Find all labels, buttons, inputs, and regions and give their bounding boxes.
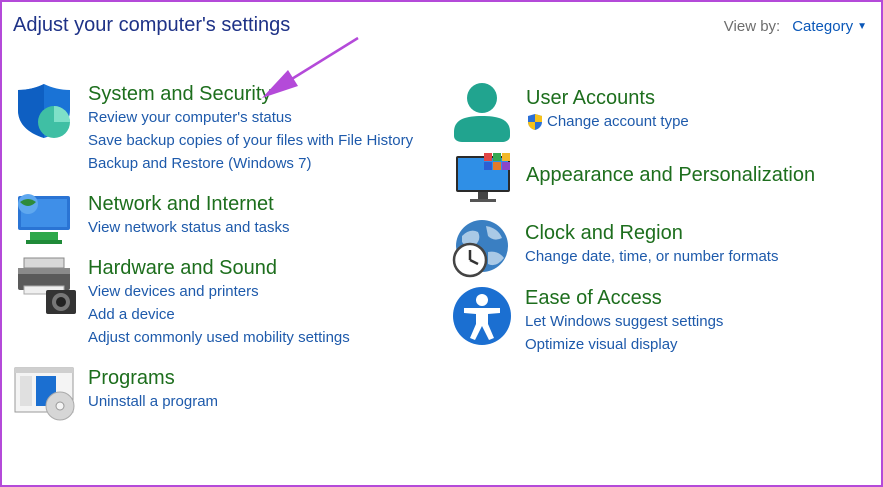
view-by-label: View by: — [723, 18, 781, 35]
annotation-arrow-icon — [262, 36, 359, 98]
devices-printers-link[interactable]: View devices and printers — [88, 280, 350, 303]
add-device-link[interactable]: Add a device — [88, 303, 350, 326]
hardware-sound-link[interactable]: Hardware and Sound — [88, 256, 350, 280]
clock-region-link[interactable]: Clock and Region — [525, 221, 778, 245]
windows-suggest-link[interactable]: Let Windows suggest settings — [525, 310, 723, 333]
change-account-type-label: Change account type — [547, 113, 689, 130]
user-icon[interactable] — [452, 82, 512, 144]
uac-shield-icon — [528, 113, 542, 130]
programs-link[interactable]: Programs — [88, 366, 218, 390]
network-status-link[interactable]: View network status and tasks — [88, 216, 290, 239]
file-history-link[interactable]: Save backup copies of your files with Fi… — [88, 129, 413, 152]
uninstall-program-link[interactable]: Uninstall a program — [88, 390, 218, 413]
user-accounts-link[interactable]: User Accounts — [526, 86, 689, 110]
shield-icon[interactable] — [16, 82, 74, 140]
chevron-down-icon[interactable]: ▼ — [857, 21, 867, 32]
accessibility-icon[interactable] — [452, 286, 514, 348]
monitor-palette-icon[interactable] — [454, 152, 514, 204]
programs-icon[interactable] — [14, 366, 76, 422]
ease-of-access-link[interactable]: Ease of Access — [525, 286, 723, 310]
optimize-display-link[interactable]: Optimize visual display — [525, 333, 723, 356]
change-account-type-link[interactable]: Change account type — [526, 110, 689, 133]
view-by: View by: Category ▼ — [724, 18, 867, 35]
backup-restore-link[interactable]: Backup and Restore (Windows 7) — [88, 152, 413, 175]
change-formats-link[interactable]: Change date, time, or number formats — [525, 245, 778, 268]
network-internet-link[interactable]: Network and Internet — [88, 192, 290, 216]
view-by-dropdown[interactable]: Category — [792, 18, 853, 35]
clock-globe-icon[interactable] — [452, 218, 514, 280]
mobility-settings-link[interactable]: Adjust commonly used mobility settings — [88, 326, 350, 349]
network-monitor-icon[interactable] — [16, 192, 74, 246]
printer-icon[interactable] — [16, 256, 78, 316]
appearance-personalization-link[interactable]: Appearance and Personalization — [526, 163, 815, 187]
